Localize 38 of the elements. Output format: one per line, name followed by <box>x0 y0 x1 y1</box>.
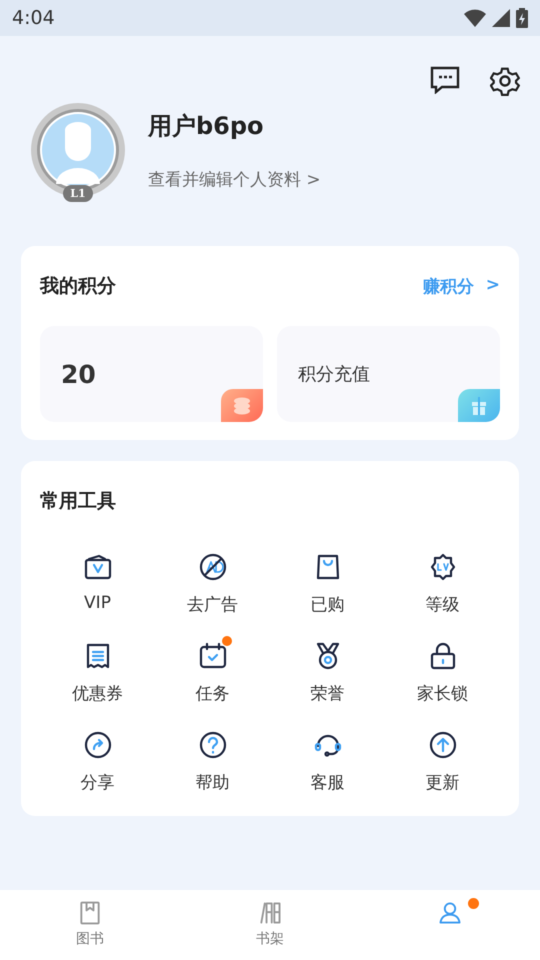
status-time: 4:04 <box>12 7 55 29</box>
card-title: 我的积分 <box>40 274 116 299</box>
tool-button[interactable]: 去广告 <box>155 549 270 616</box>
battery-icon <box>516 8 528 28</box>
points-balance-tile[interactable]: 20 <box>40 326 263 422</box>
edit-profile-link[interactable]: 查看并编辑个人资料 > <box>148 168 321 190</box>
tool-button[interactable]: 更新 <box>385 727 500 794</box>
nav-tab[interactable]: 书架 <box>180 890 360 960</box>
no-ads-icon <box>198 552 228 582</box>
tool-button[interactable]: 优惠券 <box>40 638 155 705</box>
share-icon <box>82 730 112 760</box>
points-value: 20 <box>61 360 96 388</box>
gift-icon <box>458 389 500 422</box>
calendar-check-icon <box>198 641 228 671</box>
recharge-tile[interactable]: 积分充值 <box>277 326 500 422</box>
card-title: 常用工具 <box>40 489 116 514</box>
settings-icon[interactable] <box>490 66 520 96</box>
signal-icon <box>492 9 510 27</box>
tv-icon <box>82 552 112 582</box>
message-icon[interactable] <box>430 66 460 94</box>
tool-button[interactable]: 分享 <box>40 727 155 794</box>
upload-icon <box>428 730 458 760</box>
tool-button[interactable]: 任务 <box>155 638 270 705</box>
tool-button[interactable]: 等级 <box>385 549 500 616</box>
coins-icon <box>221 389 263 422</box>
tool-button[interactable]: VIP <box>40 549 155 616</box>
person-icon <box>437 900 463 926</box>
tool-button[interactable]: 已购 <box>270 549 385 616</box>
level-badge: L1 <box>63 185 93 202</box>
tool-button[interactable]: 客服 <box>270 727 385 794</box>
tool-button[interactable]: 帮助 <box>155 727 270 794</box>
nav-tab[interactable]: 图书 <box>0 890 180 960</box>
tool-button[interactable]: 家长锁 <box>385 638 500 705</box>
tool-button[interactable]: 荣誉 <box>270 638 385 705</box>
help-icon <box>198 730 228 760</box>
wifi-icon <box>464 9 486 27</box>
user-name: 用户b6po <box>148 110 265 142</box>
tile-label: 积分充值 <box>298 363 370 386</box>
